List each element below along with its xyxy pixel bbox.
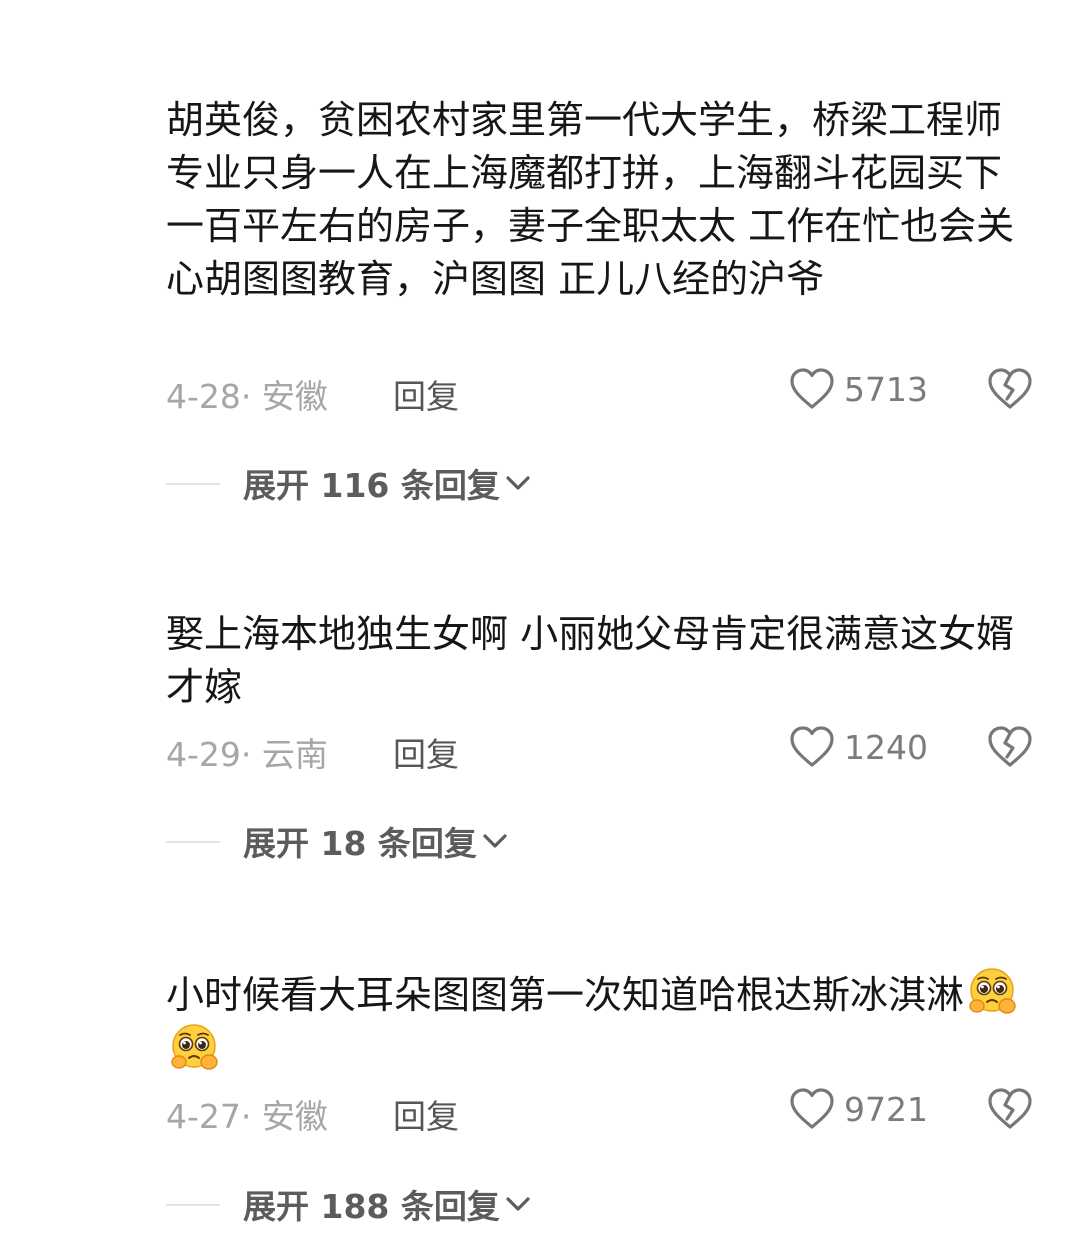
pleading-face-emoji (170, 1022, 220, 1072)
like-count: 5713 (844, 369, 928, 409)
broken-heart-icon (986, 726, 1034, 774)
dislike-button[interactable] (986, 724, 1034, 770)
comment-text-body: 小时候看大耳朵图图第一次知道哈根达斯冰淇淋 (166, 973, 965, 1017)
divider-line (166, 841, 220, 843)
comment-date-location: 4-29· 云南 (166, 735, 328, 774)
heart-outline-icon (788, 724, 836, 770)
comment-text: 小时候看大耳朵图图第一次知道哈根达斯冰淇淋 (166, 966, 1026, 1078)
comment-date-location: 4-27· 安徽 (166, 1097, 328, 1136)
heart-outline-icon (788, 1086, 836, 1132)
comment-actions: 4-29· 云南 回复 1240 (0, 722, 1080, 774)
expand-replies-button[interactable]: 展开 188 条回复 (243, 1179, 532, 1229)
reply-button[interactable]: 回复 (393, 370, 459, 418)
like-button[interactable]: 9721 (788, 1084, 928, 1134)
expand-replies-button[interactable]: 展开 116 条回复 (243, 458, 532, 508)
broken-heart-icon (986, 1088, 1034, 1136)
divider-line (166, 1204, 220, 1206)
comment-text: 胡英俊，贫困农村家里第一代大学生，桥梁工程师专业只身一人在上海魔都打拼，上海翻斗… (166, 98, 1015, 301)
comment-text: 娶上海本地独生女啊 小丽她父母肯定很满意这女婿才嫁 (166, 612, 1015, 709)
pleading-face-emoji (968, 966, 1018, 1016)
dislike-button[interactable] (986, 1086, 1034, 1132)
expand-replies-label: 展开 188 条回复 (243, 1187, 500, 1226)
chevron-down-icon (500, 473, 532, 493)
chevron-down-icon (500, 1194, 532, 1214)
like-button[interactable]: 5713 (788, 364, 928, 414)
comment-date-location: 4-28· 安徽 (166, 377, 328, 416)
like-count: 1240 (844, 727, 928, 767)
reply-button[interactable]: 回复 (393, 1090, 459, 1138)
chevron-down-icon (477, 831, 509, 851)
comment-actions: 4-27· 安徽 回复 9721 (0, 1084, 1080, 1136)
expand-replies-row: 展开 188 条回复 (0, 1179, 1080, 1229)
expand-replies-row: 展开 18 条回复 (0, 816, 1080, 866)
heart-outline-icon (788, 366, 836, 412)
dislike-button[interactable] (986, 366, 1034, 412)
like-count: 9721 (844, 1089, 928, 1129)
divider-line (166, 483, 220, 485)
like-button[interactable]: 1240 (788, 722, 928, 772)
expand-replies-label: 展开 116 条回复 (243, 466, 500, 505)
expand-replies-label: 展开 18 条回复 (243, 824, 477, 863)
comment-actions: 4-28· 安徽 回复 5713 (0, 364, 1080, 416)
expand-replies-button[interactable]: 展开 18 条回复 (243, 816, 509, 866)
reply-button[interactable]: 回复 (393, 728, 459, 776)
expand-replies-row: 展开 116 条回复 (0, 458, 1080, 508)
broken-heart-icon (986, 368, 1034, 416)
